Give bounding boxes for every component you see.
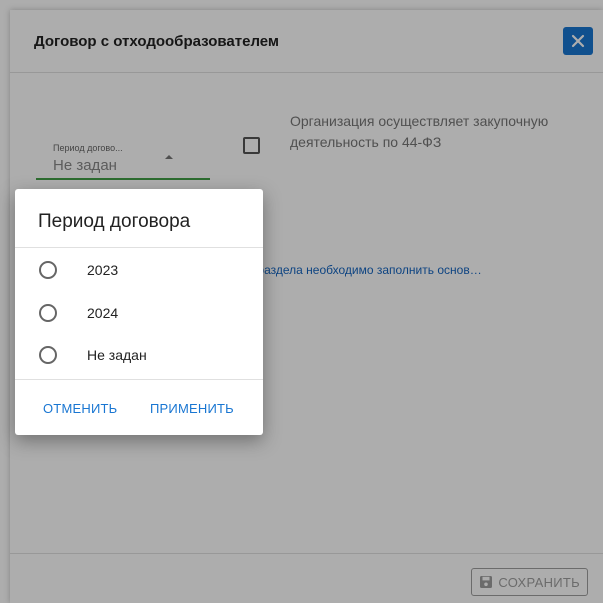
radio-icon (39, 304, 57, 322)
period-popup: Период договора 2023 2024 Не задан ОТМЕН… (15, 189, 263, 435)
popup-divider-bottom (15, 379, 263, 380)
radio-icon (39, 261, 57, 279)
radio-icon (39, 346, 57, 364)
radio-option-label: 2024 (87, 305, 119, 321)
radio-option-label: 2023 (87, 262, 119, 278)
radio-option-label: Не задан (87, 347, 147, 363)
popup-title: Период договора (38, 211, 191, 232)
popup-divider-top (15, 247, 263, 248)
radio-option-2024[interactable]: 2024 (15, 292, 263, 334)
apply-button[interactable]: ПРИМЕНИТЬ (150, 401, 234, 416)
radio-option-not-set[interactable]: Не задан (15, 334, 263, 376)
radio-option-2023[interactable]: 2023 (15, 249, 263, 291)
cancel-button[interactable]: ОТМЕНИТЬ (43, 401, 117, 416)
